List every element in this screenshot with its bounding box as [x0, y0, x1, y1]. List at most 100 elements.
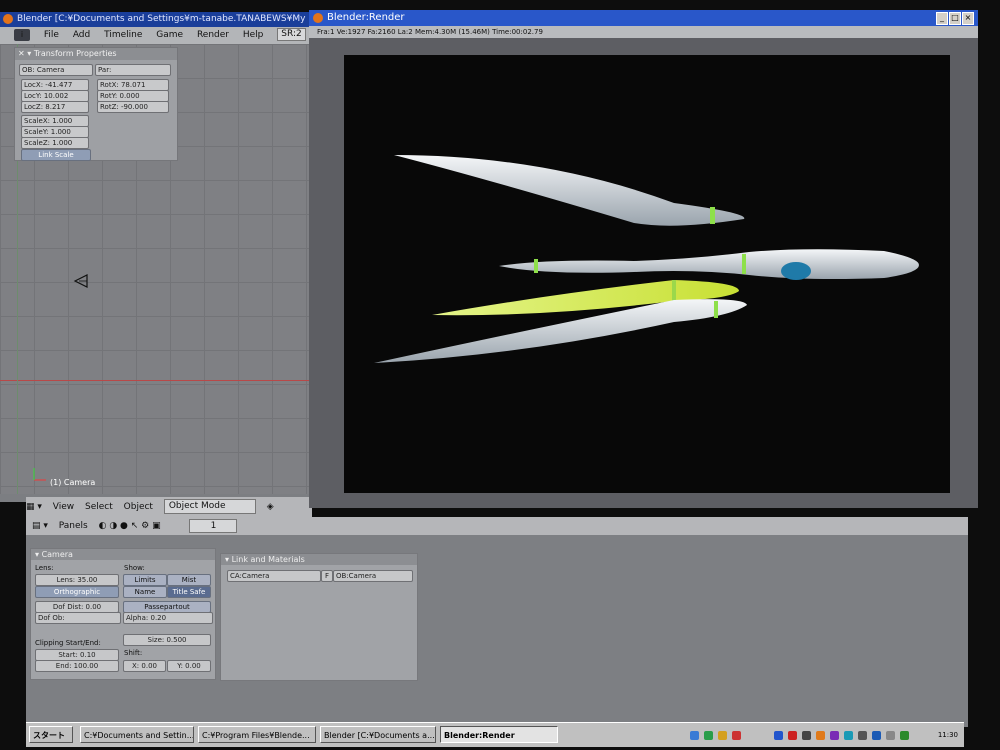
object-name-field[interactable]: OB: Camera — [19, 64, 93, 76]
transform-properties-panel[interactable]: ✕ ▾ Transform Properties OB: Camera Par:… — [14, 47, 178, 161]
menu-select[interactable]: Select — [85, 502, 113, 512]
fake-user-button[interactable]: F — [321, 570, 333, 582]
yellow-blade-band — [672, 280, 676, 301]
screen-selector[interactable]: SR:2 — [277, 28, 306, 41]
lens-label: Lens: — [35, 564, 54, 572]
taskbar-item-blender-render[interactable]: Blender:Render — [440, 726, 558, 743]
editor-type-icon[interactable]: ▦ ▾ — [26, 502, 42, 512]
rot-z-field[interactable]: RotZ: -90.000 — [97, 101, 169, 113]
shift-label: Shift: — [124, 649, 143, 657]
object-link-field[interactable]: OB:Camera — [333, 570, 413, 582]
size-field[interactable]: Size: 0.500 — [123, 634, 211, 646]
render-shapes — [374, 155, 919, 363]
mode-selector[interactable]: Object Mode — [163, 499, 256, 514]
menu-timeline[interactable]: Timeline — [104, 30, 142, 40]
viewport-header: ▦ ▾ View Select Object Object Mode ◈ — [26, 497, 312, 517]
center-body-band-right — [742, 254, 746, 274]
camera-panel-title: Camera — [41, 550, 73, 559]
menu-object[interactable]: Object — [124, 502, 153, 512]
camera-data-field[interactable]: CA:Camera — [227, 570, 321, 582]
top-blade-shape — [394, 155, 745, 226]
menu-render[interactable]: Render — [197, 30, 229, 40]
camera-panel[interactable]: ▾ Camera Lens: Lens: 35.00 Orthographic … — [30, 548, 216, 680]
maximize-button[interactable]: □ — [949, 12, 961, 25]
tray-volume-icon[interactable] — [802, 731, 811, 740]
start-button[interactable]: スタート — [29, 726, 73, 743]
limits-button[interactable]: Limits — [123, 574, 167, 586]
alpha-slider[interactable]: Alpha: 0.20 — [123, 612, 213, 624]
menu-help[interactable]: Help — [243, 30, 264, 40]
tray-ie-icon[interactable] — [690, 731, 699, 740]
windows-taskbar: スタート C:¥Documents and Settin... C:¥Progr… — [26, 722, 964, 747]
menu-file[interactable]: File — [44, 30, 59, 40]
name-button[interactable]: Name — [123, 586, 167, 598]
menu-view[interactable]: View — [53, 502, 74, 512]
tray-security-icon[interactable] — [900, 731, 909, 740]
blender-titlebar: Blender [C:¥Documents and Settings¥m-tan… — [0, 12, 312, 27]
transform-panel-header[interactable]: ✕ ▾ Transform Properties — [15, 48, 177, 60]
render-stats-bar: Fra:1 Ve:1927 Fa:2160 La:2 Mem:4.30M (15… — [309, 26, 978, 38]
tray-misc-icon[interactable] — [830, 731, 839, 740]
blender-menubar: i File Add Timeline Game Render Help SR:… — [0, 27, 312, 44]
shift-x-field[interactable]: X: 0.00 — [123, 660, 166, 672]
render-window-titlebar: Blender:Render _ □ × — [309, 10, 978, 26]
camera-panel-header[interactable]: ▾ Camera — [31, 549, 215, 560]
tray-network-icon[interactable] — [774, 731, 783, 740]
tray-printer-icon[interactable] — [886, 731, 895, 740]
scale-z-field[interactable]: ScaleZ: 1.000 — [21, 137, 89, 149]
frame-number-field[interactable]: 1 — [189, 518, 238, 533]
title-safe-button[interactable]: Title Safe — [167, 586, 211, 598]
draw-type-icon[interactable]: ◈ — [267, 502, 274, 512]
show-label: Show: — [124, 564, 145, 572]
taskbar-item-blender[interactable]: Blender [C:¥Documents a... — [320, 726, 436, 743]
render-window-title: Blender:Render — [327, 12, 405, 23]
top-blade-band — [710, 207, 715, 224]
buttons-editor-icon[interactable]: ▤ ▾ — [32, 521, 48, 531]
tray-alert-icon[interactable] — [788, 731, 797, 740]
center-body-emblem — [781, 262, 811, 280]
tray-folder-icon[interactable] — [718, 731, 727, 740]
center-body-band-left — [534, 259, 538, 273]
lens-field[interactable]: Lens: 35.00 — [35, 574, 119, 586]
orthographic-button[interactable]: Orthographic — [35, 586, 119, 598]
tray-antivirus-icon[interactable] — [732, 731, 741, 740]
minimize-button[interactable]: _ — [936, 12, 948, 25]
menu-game[interactable]: Game — [156, 30, 183, 40]
mist-button[interactable]: Mist — [167, 574, 211, 586]
panels-menu[interactable]: Panels — [59, 521, 88, 531]
tray-device-icon[interactable] — [858, 731, 867, 740]
tray-bluetooth-icon[interactable] — [872, 731, 881, 740]
taskbar-item-explorer[interactable]: C:¥Documents and Settin... — [80, 726, 194, 743]
taskbar-item-program-files[interactable]: C:¥Program Files¥Blende... — [198, 726, 316, 743]
link-panel-title: Link and Materials — [231, 555, 305, 564]
dof-object-field[interactable]: Dof Ob: — [35, 612, 121, 624]
clipping-label: Clipping Start/End: — [35, 639, 101, 647]
link-materials-panel[interactable]: ▾ Link and Materials CA:Camera F OB:Came… — [220, 553, 418, 681]
tray-sync-icon[interactable] — [844, 731, 853, 740]
bottom-blade-band — [714, 301, 718, 318]
blender-title-text: Blender [C:¥Documents and Settings¥m-tan… — [17, 14, 312, 24]
x-axis-line — [0, 380, 309, 381]
link-scale-button[interactable]: Link Scale — [21, 149, 91, 161]
menu-add[interactable]: Add — [73, 30, 90, 40]
axes-gizmo-icon — [33, 468, 46, 481]
transform-panel-title: Transform Properties — [33, 49, 117, 58]
shift-y-field[interactable]: Y: 0.00 — [167, 660, 211, 672]
tray-app-icon[interactable] — [704, 731, 713, 740]
loc-z-field[interactable]: LocZ: 8.217 — [21, 101, 89, 113]
taskbar-clock[interactable]: 11:30 — [938, 727, 958, 743]
link-panel-header[interactable]: ▾ Link and Materials — [221, 554, 417, 565]
blender-logo-icon — [3, 14, 13, 24]
buttons-window-header: ▤ ▾ Panels ◐ ◑ ● ↖ ⚙ ▣ 1 — [26, 517, 968, 535]
active-object-label: (1) Camera — [50, 478, 96, 487]
context-buttons-icons[interactable]: ◐ ◑ ● ↖ ⚙ ▣ — [99, 521, 161, 531]
clip-end-field[interactable]: End: 100.00 — [35, 660, 119, 672]
render-output-image — [344, 55, 950, 493]
parent-field[interactable]: Par: — [95, 64, 171, 76]
info-icon[interactable]: i — [14, 28, 30, 41]
center-body-shape — [499, 249, 919, 279]
tray-update-icon[interactable] — [816, 731, 825, 740]
render-blender-logo-icon — [313, 13, 323, 23]
camera-object-icon[interactable] — [73, 274, 89, 288]
close-button[interactable]: × — [962, 12, 974, 25]
